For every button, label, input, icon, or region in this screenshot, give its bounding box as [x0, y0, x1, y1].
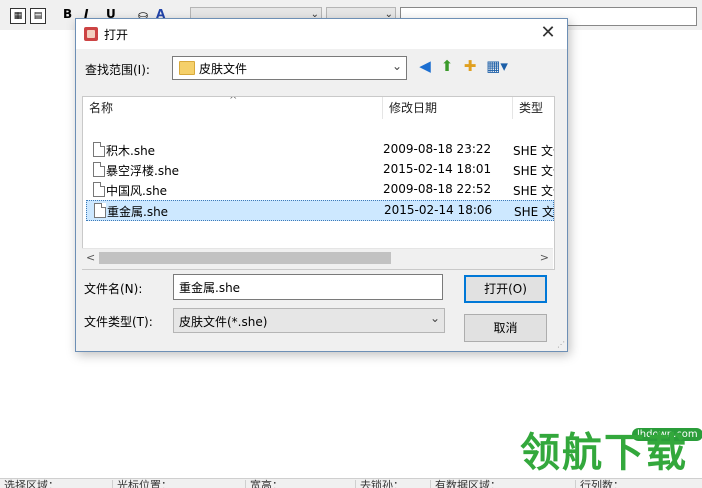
file-row[interactable]: 中国风.she 2009-08-18 22:52 SHE 文件 [86, 180, 554, 199]
chevron-down-icon: ⌄ [429, 311, 440, 325]
app-icon [84, 27, 98, 41]
file-type: SHE 文件 [514, 205, 555, 219]
column-type[interactable]: 类型 [513, 97, 554, 119]
scroll-left-icon[interactable]: < [86, 251, 95, 264]
file-icon [93, 142, 105, 157]
sort-ascending-icon: ^ [229, 96, 238, 106]
file-row[interactable]: 积木.she 2009-08-18 23:22 SHE 文件 [86, 140, 554, 159]
file-type: SHE 文件 [513, 144, 554, 158]
dialog-title: 打开 [104, 28, 129, 42]
scrollbar-thumb[interactable] [99, 252, 391, 264]
file-list[interactable]: 名称 ^ 修改日期 类型 积木.she 2009-08-18 23:22 SHE… [82, 96, 555, 270]
lookin-value: 皮肤文件 [199, 62, 248, 76]
filetype-label: 文件类型(T): [84, 315, 153, 329]
open-file-dialog: 打开 ✕ 查找范围(I): 皮肤文件 ⌄ ◀ ⬆ ✚ ▦▾ 名称 ^ 修改日期 … [75, 18, 568, 352]
file-date: 2009-08-18 22:52 [383, 182, 492, 196]
back-icon[interactable]: ◀ [416, 57, 434, 75]
file-row[interactable]: 暴空浮楼.she 2015-02-14 18:01 SHE 文件 [86, 160, 554, 179]
file-type: SHE 文件 [513, 184, 554, 198]
file-name: 暴空浮楼.she [106, 164, 180, 178]
file-date: 2015-02-14 18:06 [384, 203, 493, 217]
file-icon [93, 162, 105, 177]
file-row-selected[interactable]: 重金属.she 2015-02-14 18:06 SHE 文件 [86, 200, 554, 221]
file-icon [93, 182, 105, 197]
file-date: 2009-08-18 23:22 [383, 142, 492, 156]
bold-button[interactable]: B [63, 7, 72, 21]
lookin-combo[interactable]: 皮肤文件 ⌄ [172, 56, 407, 80]
file-type: SHE 文件 [513, 164, 554, 178]
file-icon [94, 203, 106, 218]
properties-icon[interactable]: ▤ [30, 8, 46, 24]
watermark-text: 领航下载 [520, 430, 688, 476]
horizontal-scrollbar[interactable]: < > [82, 248, 553, 269]
file-name: 积木.she [106, 144, 156, 158]
filetype-value: 皮肤文件(*.she) [179, 315, 268, 329]
resize-grip-icon[interactable]: ⋰ [557, 340, 565, 349]
cancel-button[interactable]: 取消 [464, 314, 547, 342]
file-name: 重金属.she [107, 205, 169, 219]
open-button[interactable]: 打开(O) [464, 275, 547, 303]
filetype-combo[interactable]: 皮肤文件(*.she) ⌄ [173, 308, 445, 333]
filename-input[interactable]: 重金属.she [173, 274, 443, 300]
lookin-label: 查找范围(I): [85, 63, 150, 77]
watermark-logo: lhdown.com 领航下载 [516, 428, 702, 478]
chevron-down-icon: ⌄ [391, 59, 402, 73]
file-name: 中国风.she [106, 184, 168, 198]
view-menu-icon[interactable]: ▦▾ [484, 57, 510, 75]
file-date: 2015-02-14 18:01 [383, 162, 492, 176]
filename-label: 文件名(N): [84, 282, 143, 296]
dialog-titlebar[interactable]: 打开 ✕ [76, 19, 567, 49]
new-folder-icon[interactable]: ✚ [461, 57, 479, 75]
grid-icon[interactable]: ▦ [10, 8, 26, 24]
up-folder-icon[interactable]: ⬆ [438, 57, 456, 75]
column-date[interactable]: 修改日期 [383, 97, 513, 119]
filename-value: 重金属.she [179, 281, 241, 295]
folder-icon [179, 61, 195, 75]
close-button[interactable]: ✕ [537, 22, 559, 44]
scroll-right-icon[interactable]: > [540, 251, 549, 264]
